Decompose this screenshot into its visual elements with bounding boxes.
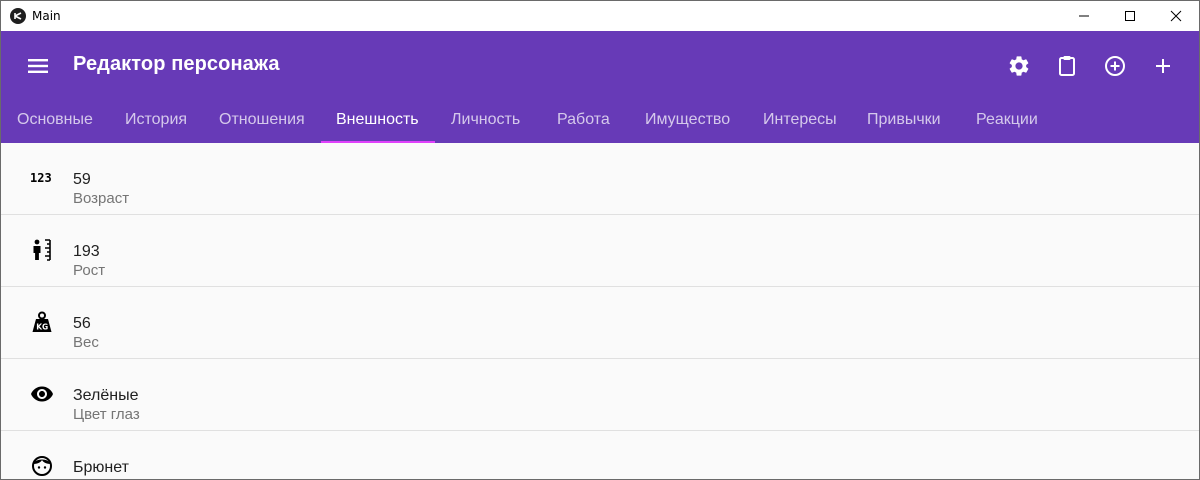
tab-property[interactable]: Имущество: [645, 101, 730, 143]
list-item-eye-color[interactable]: Зелёные Цвет глаз: [1, 359, 1199, 431]
face-hair-icon: [29, 453, 55, 479]
tab-personality[interactable]: Личность: [451, 101, 520, 143]
tab-interests[interactable]: Интересы: [763, 101, 837, 143]
minimize-button[interactable]: [1061, 1, 1107, 31]
window-title: Main: [32, 9, 61, 23]
human-height-icon: [29, 237, 55, 263]
tab-history[interactable]: История: [125, 101, 187, 143]
list-item-label: Возраст: [73, 190, 130, 207]
kivy-logo-icon: [10, 8, 26, 24]
list-item-hair[interactable]: Брюнет: [1, 431, 1199, 479]
list-item-weight[interactable]: KG 56 Вес: [1, 287, 1199, 359]
tab-appearance[interactable]: Внешность: [336, 101, 419, 143]
svg-text:123: 123: [30, 171, 52, 185]
list-item-age[interactable]: 123 59 Возраст: [1, 143, 1199, 215]
tab-work[interactable]: Работа: [557, 101, 610, 143]
attribute-list: 123 59 Возраст 193 Рост KG 56 Вес Зелёны…: [1, 143, 1199, 479]
close-button[interactable]: [1153, 1, 1199, 31]
list-item-value: 59: [73, 171, 91, 188]
numeric-123-icon: 123: [29, 165, 55, 191]
eye-icon: [29, 381, 55, 407]
add-circle-icon[interactable]: [1100, 51, 1130, 81]
clipboard-icon[interactable]: [1052, 51, 1082, 81]
list-item-value: 193: [73, 243, 100, 260]
list-item-height[interactable]: 193 Рост: [1, 215, 1199, 287]
menu-icon[interactable]: [25, 53, 51, 79]
list-item-value: Брюнет: [73, 459, 129, 476]
page-title: Редактор персонажа: [73, 53, 280, 75]
tab-relations[interactable]: Отношения: [219, 101, 305, 143]
list-item-value: 56: [73, 315, 91, 332]
window-titlebar: Main: [1, 1, 1199, 31]
list-item-label: Рост: [73, 262, 106, 279]
maximize-button[interactable]: [1107, 1, 1153, 31]
app-bar: Редактор персонажа Основные История Отно…: [1, 31, 1199, 143]
plus-icon[interactable]: [1148, 51, 1178, 81]
gear-icon[interactable]: [1004, 51, 1034, 81]
tab-bar: Основные История Отношения Внешность Лич…: [1, 101, 1199, 143]
weight-kg-icon: KG: [29, 309, 55, 335]
tab-main[interactable]: Основные: [17, 101, 93, 143]
tab-habits[interactable]: Привычки: [867, 101, 941, 143]
list-item-value: Зелёные: [73, 387, 139, 404]
app-window: Main Редактор персонажа Основные История…: [0, 0, 1200, 480]
list-item-label: Вес: [73, 334, 99, 351]
tab-reactions[interactable]: Реакции: [976, 101, 1038, 143]
svg-text:KG: KG: [36, 323, 48, 332]
list-item-label: Цвет глаз: [73, 406, 140, 423]
